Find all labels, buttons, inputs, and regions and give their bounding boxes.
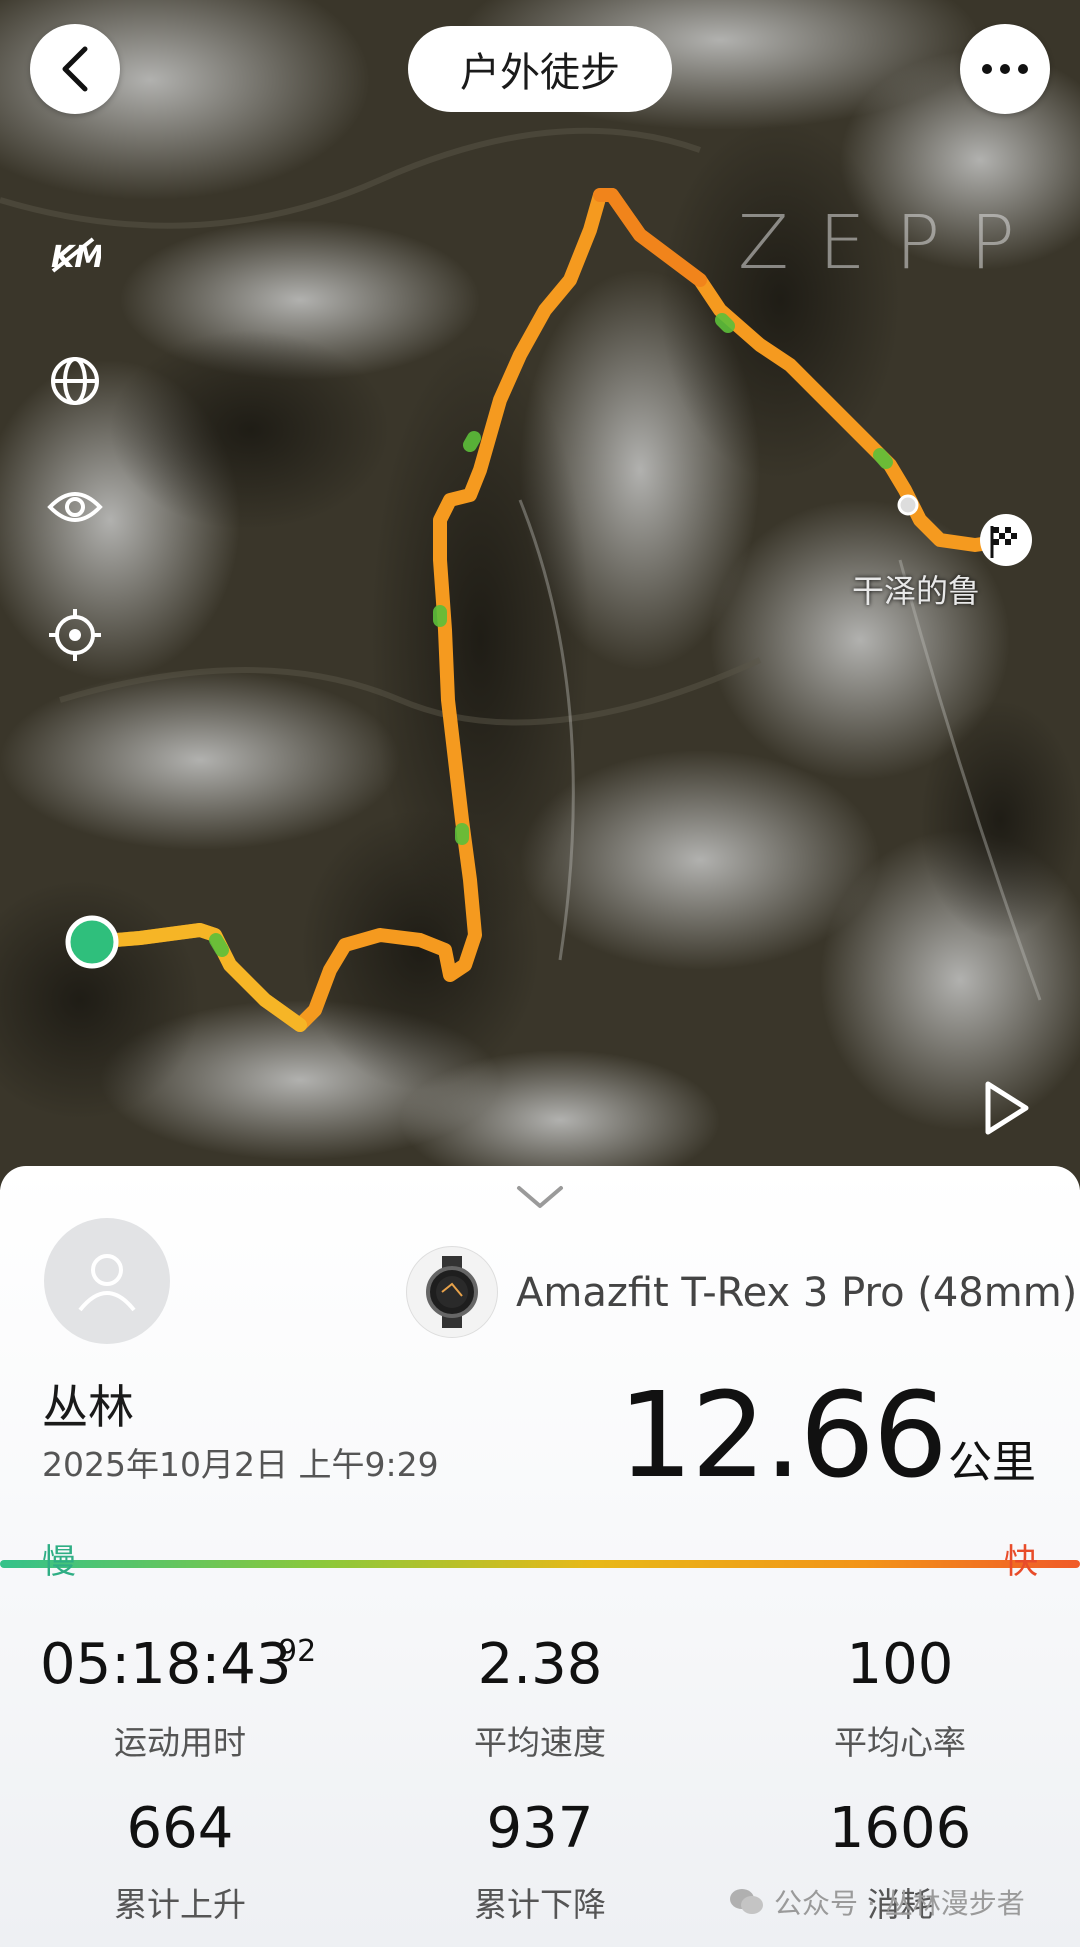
locate-button[interactable] xyxy=(44,604,106,666)
zepp-logo: ZEPP xyxy=(738,200,1045,286)
eye-icon xyxy=(47,492,103,522)
avg-speed-value: 2.38 xyxy=(477,1632,603,1697)
more-icon xyxy=(982,64,1028,74)
pace-slow-label: 慢 xyxy=(42,1542,76,1582)
more-options-button[interactable] xyxy=(960,24,1050,114)
distance-unit: 公里 xyxy=(948,1437,1036,1488)
svg-text:KM: KM xyxy=(51,240,101,275)
avg-heart-rate-value: 100 xyxy=(846,1632,954,1697)
map-layer-toggle[interactable] xyxy=(44,350,106,412)
wechat-icon xyxy=(730,1889,763,1914)
user-icon xyxy=(78,1254,136,1312)
user-name: 丛林 xyxy=(42,1380,134,1434)
start-marker xyxy=(65,915,119,969)
avg-heart-rate-label: 平均心率 xyxy=(834,1723,966,1762)
chevron-down-icon[interactable] xyxy=(515,1182,565,1212)
device-name[interactable]: Amazfit T-Rex 3 Pro (48mm) xyxy=(516,1270,1077,1316)
total-descent-label: 累计下降 xyxy=(474,1885,606,1924)
finish-flag-icon xyxy=(980,514,1032,566)
place-label: 干泽的鲁 xyxy=(852,572,981,610)
total-distance: 12.66 xyxy=(618,1366,948,1504)
locate-icon xyxy=(49,609,101,661)
total-descent-value: 937 xyxy=(486,1796,594,1861)
total-ascent-value: 664 xyxy=(126,1796,234,1861)
globe-icon xyxy=(51,357,99,405)
total-ascent-label: 累计上升 xyxy=(114,1885,246,1924)
activity-date-time: 2025年10月2日 上午9:29 xyxy=(42,1445,439,1484)
km-icon: KM xyxy=(51,237,101,275)
back-button[interactable] xyxy=(30,24,120,114)
calories-value: 1606 xyxy=(828,1796,972,1861)
duration-value: 05:18:43 xyxy=(40,1632,292,1697)
watermark: 公众号 · 丛林漫步者 xyxy=(728,1882,1025,1922)
duration-label: 运动用时 xyxy=(114,1723,246,1762)
km-marker-toggle[interactable]: KM xyxy=(44,224,106,286)
activity-type-title[interactable]: 户外徒步 xyxy=(408,26,672,112)
avatar[interactable] xyxy=(44,1218,170,1344)
watch-icon xyxy=(406,1246,498,1338)
waypoint-marker xyxy=(897,494,919,516)
pace-gradient-bar xyxy=(0,1560,1080,1568)
chevron-left-icon xyxy=(62,46,88,92)
map-view[interactable]: 户外徒步 KM ZEPP 干泽的鲁 xyxy=(0,0,1080,1190)
avg-speed-label: 平均速度 xyxy=(474,1723,606,1762)
pace-fast-label: 快 xyxy=(1004,1542,1038,1582)
visibility-toggle[interactable] xyxy=(44,476,106,538)
duration-hundredths: 92 xyxy=(278,1634,317,1669)
watermark-text: 公众号 · 丛林漫步者 xyxy=(774,1887,1025,1920)
play-track-button[interactable] xyxy=(982,1078,1032,1138)
